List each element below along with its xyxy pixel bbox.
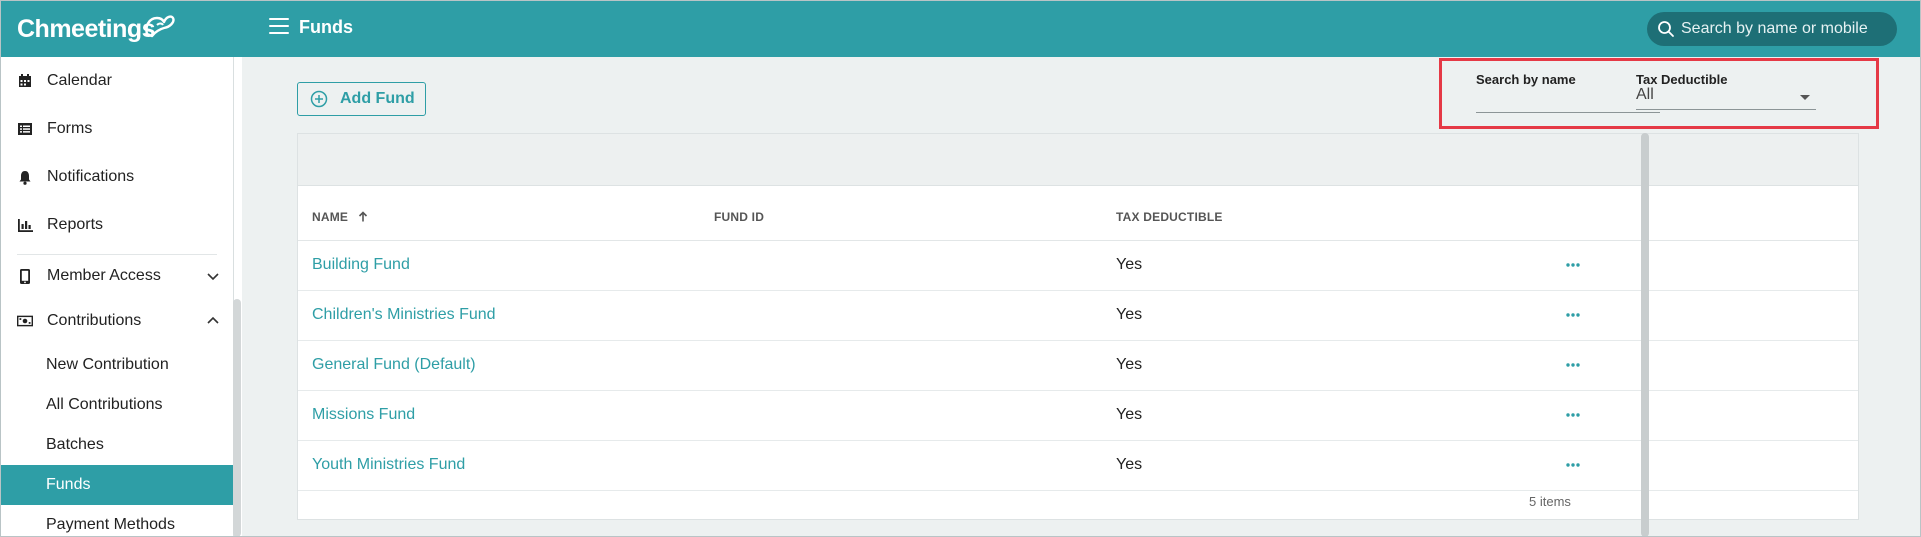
sidebar-item-label: Reports xyxy=(47,216,104,233)
sidebar-subitem-batches[interactable]: Batches xyxy=(1,425,233,465)
sidebar-subitem-payment-methods[interactable]: Payment Methods xyxy=(1,505,233,536)
add-fund-button[interactable]: Add Fund xyxy=(297,82,426,116)
table-row: Missions Fund Yes xyxy=(298,391,1858,441)
logo-mark-icon xyxy=(145,15,175,38)
add-fund-label: Add Fund xyxy=(340,90,415,107)
tax-deductible-cell: Yes xyxy=(1116,356,1143,373)
sidebar-item-label: Member Access xyxy=(47,267,161,284)
sidebar-item-member-access[interactable]: Member Access xyxy=(1,256,233,296)
funds-table: NAME FUND ID TAX DEDUCTIBLE Building Fun… xyxy=(297,133,1859,520)
sidebar-subitem-all-contributions[interactable]: All Contributions xyxy=(1,385,233,425)
hamburger-menu-icon[interactable] xyxy=(269,18,289,38)
column-header-tax-deductible[interactable]: TAX DEDUCTIBLE xyxy=(1116,210,1223,224)
more-options-icon[interactable] xyxy=(1561,253,1585,277)
sidebar-item-notifications[interactable]: Notifications xyxy=(1,157,233,197)
sort-ascending-icon xyxy=(358,211,367,222)
reports-icon xyxy=(17,217,33,233)
sidebar-scrollbar[interactable] xyxy=(233,299,241,536)
top-bar: Chmeetings Funds xyxy=(1,1,1920,57)
table-toolbar xyxy=(298,134,1858,186)
table-row: General Fund (Default) Yes xyxy=(298,341,1858,391)
logo[interactable]: Chmeetings xyxy=(17,15,156,44)
tax-deductible-value: All xyxy=(1636,86,1654,103)
sidebar-item-forms[interactable]: Forms xyxy=(1,109,233,149)
main-content: Add Fund Search by name Tax Deductible A… xyxy=(242,57,1920,536)
search-by-name-label: Search by name xyxy=(1476,72,1576,87)
column-header-name[interactable]: NAME xyxy=(312,210,368,224)
more-options-icon[interactable] xyxy=(1561,353,1585,377)
forms-icon xyxy=(17,121,33,137)
calendar-icon xyxy=(17,73,33,89)
sidebar: Calendar Forms Notifications Reports Mem… xyxy=(1,57,234,536)
table-row: Youth Ministries Fund Yes xyxy=(298,441,1858,491)
search-icon xyxy=(1658,21,1674,37)
table-row: Building Fund Yes xyxy=(298,241,1858,291)
dropdown-caret-icon xyxy=(1800,95,1810,100)
tax-deductible-cell: Yes xyxy=(1116,406,1143,423)
chevron-up-icon[interactable] xyxy=(206,314,220,328)
table-row: Children's Ministries Fund Yes xyxy=(298,291,1858,341)
app-window: Chmeetings Funds Calendar Forms xyxy=(0,0,1921,537)
tax-deductible-cell: Yes xyxy=(1116,256,1143,273)
money-icon xyxy=(17,313,33,329)
tax-deductible-select[interactable]: All xyxy=(1636,86,1816,110)
sidebar-item-contributions[interactable]: Contributions xyxy=(1,301,233,341)
more-options-icon[interactable] xyxy=(1561,403,1585,427)
tax-deductible-label: Tax Deductible xyxy=(1636,72,1728,87)
sidebar-item-label: Forms xyxy=(47,120,93,137)
tax-deductible-cell: Yes xyxy=(1116,306,1143,323)
global-search-input[interactable] xyxy=(1679,19,1893,39)
items-count: 5 items xyxy=(1529,494,1571,509)
plus-circle-icon xyxy=(310,90,328,108)
page-title: Funds xyxy=(299,17,353,37)
sidebar-item-label: Contributions xyxy=(47,312,142,329)
fund-name-link[interactable]: Building Fund xyxy=(312,256,410,274)
sidebar-item-label: Calendar xyxy=(47,72,112,89)
tax-deductible-cell: Yes xyxy=(1116,456,1143,473)
bell-icon xyxy=(17,169,33,185)
more-options-icon[interactable] xyxy=(1561,453,1585,477)
chevron-down-icon[interactable] xyxy=(206,269,220,283)
sidebar-item-label: Notifications xyxy=(47,168,135,185)
more-options-icon[interactable] xyxy=(1561,303,1585,327)
fund-name-link[interactable]: Children's Ministries Fund xyxy=(312,306,496,324)
fund-name-link[interactable]: General Fund (Default) xyxy=(312,356,476,374)
sidebar-subitem-funds[interactable]: Funds xyxy=(1,465,233,505)
sidebar-item-reports[interactable]: Reports xyxy=(1,205,233,245)
phone-icon xyxy=(17,268,33,284)
sidebar-subitem-new-contribution[interactable]: New Contribution xyxy=(1,345,233,385)
sidebar-item-calendar[interactable]: Calendar xyxy=(1,61,233,101)
fund-name-link[interactable]: Missions Fund xyxy=(312,406,415,424)
content-scrollbar[interactable] xyxy=(1641,133,1649,536)
column-header-fund-id[interactable]: FUND ID xyxy=(714,210,764,224)
global-search[interactable] xyxy=(1647,12,1897,46)
sidebar-divider xyxy=(17,254,217,255)
filter-panel: Search by name Tax Deductible All xyxy=(1439,58,1879,129)
search-by-name-input[interactable] xyxy=(1476,86,1660,113)
fund-name-link[interactable]: Youth Ministries Fund xyxy=(312,456,465,474)
